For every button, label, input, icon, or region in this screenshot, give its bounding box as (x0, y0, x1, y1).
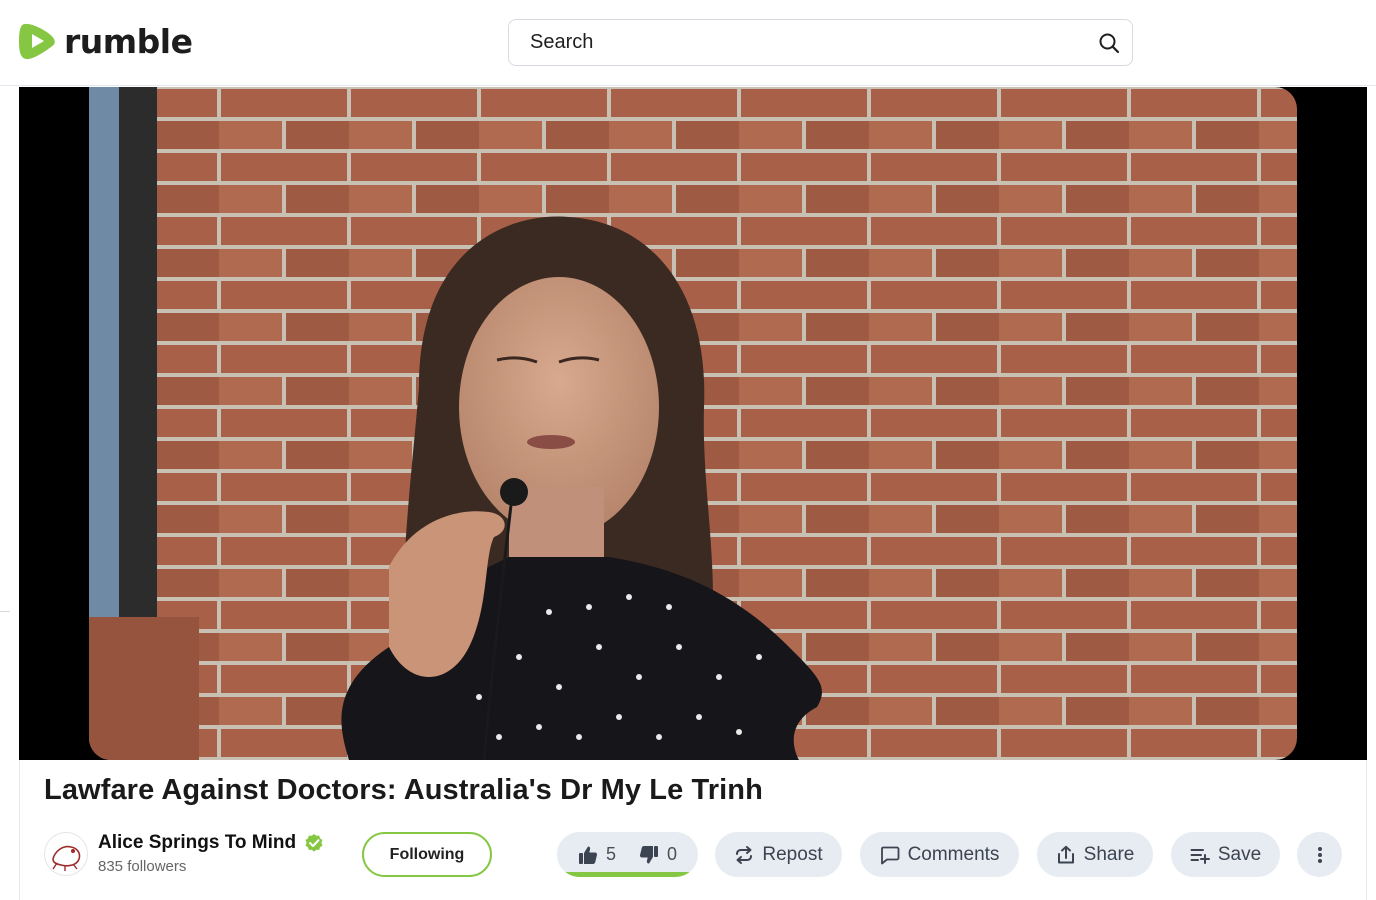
video-frame (89, 87, 1297, 760)
playlist-add-icon (1190, 848, 1210, 864)
save-label: Save (1217, 843, 1262, 865)
channel-name-row: Alice Springs To Mind (98, 832, 324, 854)
like-ratio-bar (561, 872, 694, 877)
like-button[interactable]: 5 (557, 832, 637, 877)
top-header: rumble (0, 0, 1376, 86)
channel-avatar[interactable] (44, 832, 88, 876)
search-bar (508, 19, 1133, 66)
dislike-count: 0 (667, 844, 678, 864)
video-title: Lawfare Against Doctors: Australia's Dr … (44, 774, 763, 806)
share-button[interactable]: Share (1037, 832, 1153, 877)
following-button[interactable]: Following (362, 832, 492, 877)
search-input[interactable] (509, 20, 1086, 65)
vote-group: 5 0 (557, 832, 698, 877)
more-options-button[interactable] (1297, 832, 1342, 877)
repost-icon (736, 845, 753, 864)
thumbs-up-icon (579, 846, 598, 864)
search-icon (1099, 33, 1120, 53)
repost-label: Repost (762, 843, 823, 865)
comments-button[interactable]: Comments (860, 832, 1019, 877)
video-player[interactable] (19, 87, 1367, 760)
share-icon (1057, 845, 1074, 863)
rumble-logo-icon (19, 23, 55, 60)
dislike-button[interactable]: 0 (637, 832, 677, 877)
more-vertical-icon (1317, 846, 1322, 863)
follower-count: 835 followers (98, 858, 187, 875)
verified-check-icon (305, 834, 323, 852)
logo-wordmark: rumble (64, 21, 193, 61)
share-label: Share (1083, 843, 1135, 865)
thumbs-down-icon (639, 845, 658, 863)
like-count: 5 (606, 844, 617, 864)
repost-button[interactable]: Repost (715, 832, 842, 877)
save-button[interactable]: Save (1171, 832, 1280, 877)
search-button[interactable] (1086, 20, 1132, 65)
channel-name[interactable]: Alice Springs To Mind (98, 832, 296, 854)
sidebar-edge-divider (0, 611, 10, 612)
rumble-logo[interactable]: rumble (18, 20, 193, 62)
comments-label: Comments (907, 843, 1000, 865)
comment-icon (880, 846, 899, 864)
